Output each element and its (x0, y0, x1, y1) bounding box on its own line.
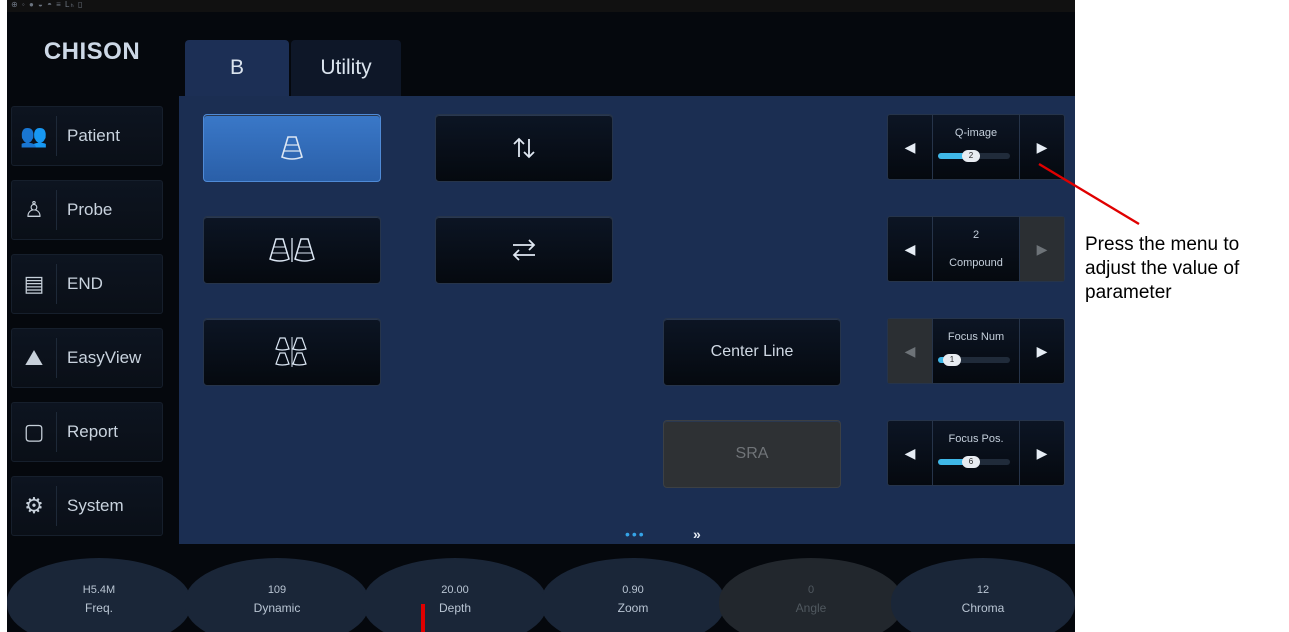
sidebar-item-label: System (67, 496, 124, 515)
focus-num-increase-button[interactable]: ▶ (1019, 319, 1064, 383)
separator (56, 190, 57, 230)
knob-label: Chroma (961, 601, 1005, 615)
sidebar-item-probe[interactable]: ♙ Probe (11, 180, 163, 240)
sidebar-item-label: EasyView (67, 348, 142, 367)
quad-sector-icon (275, 337, 307, 367)
knob-freq[interactable]: H5.4M Freq. (7, 558, 191, 632)
knob-zoom[interactable]: 0.90 Zoom (541, 558, 725, 632)
knob-value: 109 (267, 584, 287, 596)
sidebar-item-system[interactable]: ⚙ System (11, 476, 163, 536)
qimage-slider-knob: 2 (962, 150, 980, 162)
knob-label: Angle (795, 601, 827, 615)
focus-num-decrease-button[interactable]: ◀ (888, 319, 933, 383)
qimage-label: Q-image (954, 127, 998, 139)
easyview-icon: ⛰ (24, 345, 44, 370)
separator (56, 264, 57, 304)
compound-value: 2 (972, 229, 980, 241)
sidebar-item-report[interactable]: ▢ Report (11, 402, 163, 462)
knob-depth[interactable]: 20.00 Depth (363, 558, 547, 632)
center-line-button[interactable]: Center Line (663, 318, 841, 386)
single-sector-icon (281, 136, 303, 160)
separator (56, 486, 57, 526)
knob-label: Dynamic (253, 601, 301, 615)
knob-label: Depth (438, 601, 472, 615)
end-icon: ▤ (23, 271, 45, 296)
focus-pos-slider[interactable]: 6 (938, 456, 1010, 468)
flip-vertical-icon (513, 137, 535, 159)
knob-value: 0 (807, 584, 815, 596)
chison-logo: CHISON (43, 38, 141, 65)
center-line-label: Center Line (710, 343, 794, 360)
focus-num-slider-knob: 1 (943, 354, 961, 366)
ultrasound-screen: ⊕ ◦ ● ◒ ◓ ≡ Lₕ ▯ CHISON 👥 Patient ♙ Prob… (7, 0, 1075, 632)
dual-sector-icon (269, 238, 315, 262)
status-bar: ⊕ ◦ ● ◒ ◓ ≡ Lₕ ▯ (7, 0, 1075, 12)
sidebar-item-end[interactable]: ▤ END (11, 254, 163, 314)
probe-icon: ♙ (24, 197, 44, 222)
focus-pos-control: ◀ Focus Pos. 6 ▶ (887, 420, 1065, 486)
focus-pos-increase-button[interactable]: ▶ (1019, 421, 1064, 485)
flip-horizontal-button[interactable] (435, 216, 613, 284)
focus-num-control: ◀ Focus Num 1 ▶ (887, 318, 1065, 384)
sra-label: SRA (735, 445, 769, 462)
system-icon: ⚙ (24, 493, 44, 518)
next-page-button[interactable]: » (693, 526, 701, 542)
knob-dynamic[interactable]: 109 Dynamic (185, 558, 369, 632)
sidebar-item-label: Probe (67, 200, 113, 219)
sra-button[interactable]: SRA (663, 420, 841, 488)
report-icon: ▢ (23, 419, 45, 444)
separator (56, 412, 57, 452)
knob-value: 20.00 (441, 584, 469, 596)
qimage-display: Q-image 2 (934, 115, 1018, 179)
separator (56, 338, 57, 378)
knob-label: Freq. (84, 601, 113, 615)
qimage-slider[interactable]: 2 (938, 150, 1010, 162)
single-view-button[interactable] (203, 114, 381, 182)
dual-view-button[interactable] (203, 216, 381, 284)
page-indicator: ••• (625, 526, 646, 542)
knob-value: 0.90 (622, 584, 644, 596)
focus-pos-decrease-button[interactable]: ◀ (888, 421, 933, 485)
focus-num-slider[interactable]: 1 (938, 354, 1010, 366)
tab-b[interactable]: B (185, 40, 289, 96)
b-mode-panel: Center Line SRA ◀ Q-image 2 ▶ ◀ 2 Compou… (179, 96, 1075, 544)
tab-utility[interactable]: Utility (291, 40, 401, 96)
annotation-pointer-line (1038, 162, 1140, 226)
separator (56, 116, 57, 156)
qimage-decrease-button[interactable]: ◀ (888, 115, 933, 179)
focus-pos-display: Focus Pos. 6 (934, 421, 1018, 485)
knob-value: 12 (976, 584, 990, 596)
flip-vertical-button[interactable] (435, 114, 613, 182)
knob-value: H5.4M (82, 584, 116, 596)
sidebar-item-label: END (67, 274, 103, 293)
sidebar-item-label: Patient (67, 126, 120, 145)
compound-display: 2 Compound (934, 217, 1018, 281)
knob-label: Zoom (617, 601, 649, 615)
focus-pos-label: Focus Pos. (948, 433, 1004, 445)
focus-num-display: Focus Num 1 (934, 319, 1018, 383)
quad-view-button[interactable] (203, 318, 381, 386)
sidebar-item-label: Report (67, 422, 119, 441)
focus-pos-slider-knob: 6 (962, 456, 980, 468)
status-icons: ⊕ ◦ ● ◒ ◓ ≡ Lₕ ▯ (11, 0, 84, 9)
compound-label: Compound (949, 257, 1003, 269)
patient-icon: 👥 (20, 123, 48, 148)
knob-angle[interactable]: 0 Angle (719, 558, 903, 632)
focus-num-label: Focus Num (947, 331, 1005, 343)
sidebar-item-easyview[interactable]: ⛰ EasyView (11, 328, 163, 388)
sidebar-item-patient[interactable]: 👥 Patient (11, 106, 163, 166)
annotation-text: Press the menu to adjust the value of pa… (1085, 234, 1240, 303)
annotation-marker (421, 604, 425, 632)
compound-decrease-button[interactable]: ◀ (888, 217, 933, 281)
flip-horizontal-icon (512, 239, 536, 261)
knob-chroma[interactable]: 12 Chroma (891, 558, 1075, 632)
